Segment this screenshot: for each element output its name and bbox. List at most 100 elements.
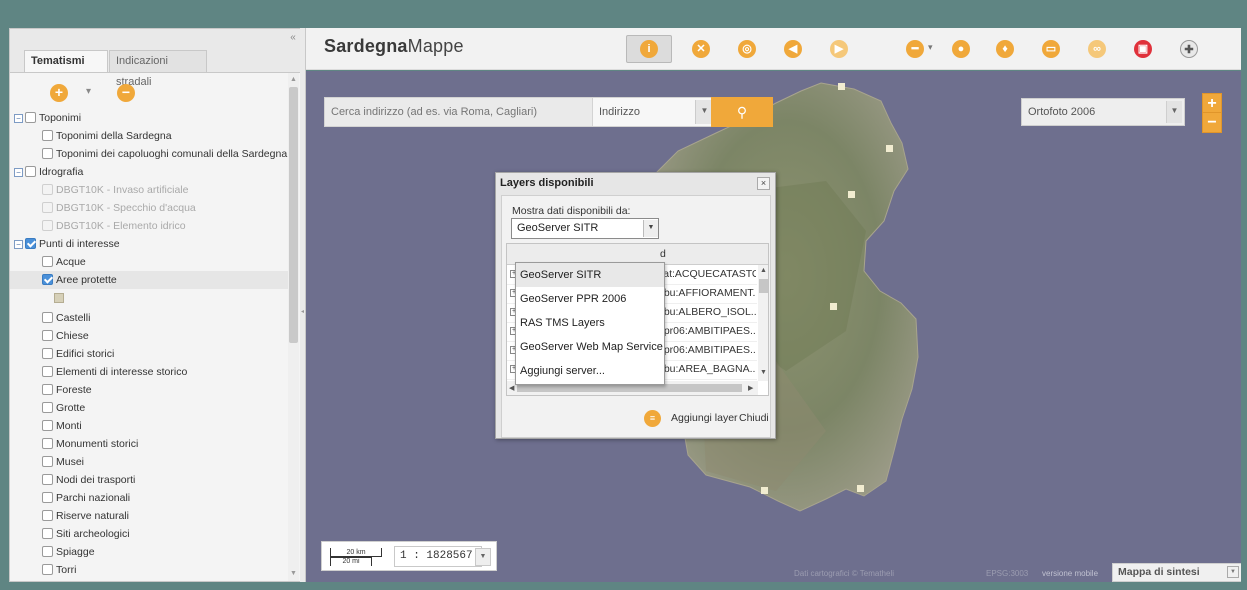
tree-node[interactable]: − Idrografia [14,163,83,181]
tree-node[interactable]: Siti archeologici [42,525,130,543]
tree-node[interactable]: − Toponimi [14,109,81,127]
search-button[interactable]: ⚲ [711,97,773,127]
layer-checkbox[interactable] [42,545,53,557]
search-type-select[interactable]: Indirizzo ▼ [592,97,716,127]
tree-node[interactable]: Spiagge [42,543,95,561]
scroll-down-icon[interactable]: ▼ [288,569,299,579]
chevron-down-icon[interactable]: ▾ [86,86,91,97]
protected-area-marker[interactable] [761,487,768,494]
tree-node[interactable]: Toponimi della Sardegna [42,127,172,145]
layer-checkbox[interactable] [42,365,53,377]
chevron-down-icon[interactable]: ▼ [643,220,658,237]
add-layer-plus-icon[interactable]: + [50,84,68,102]
dropdown-option[interactable]: RAS TMS Layers [516,311,664,335]
layer-checkbox[interactable] [42,147,53,159]
info-tool-active[interactable]: i [626,35,672,63]
tree-node[interactable]: Monti [42,417,82,435]
collapse-node-icon[interactable]: − [14,239,23,249]
layer-checkbox[interactable] [42,129,53,141]
tree-node[interactable]: Nodi dei trasporti [42,471,135,489]
layer-checkbox[interactable] [42,183,53,195]
layer-checkbox[interactable] [42,219,53,231]
layer-checkbox[interactable] [42,401,53,413]
scroll-up-icon[interactable]: ▲ [760,267,767,274]
close-icon[interactable]: × [757,177,770,190]
zoom-extent-icon[interactable]: ✕ [692,40,710,58]
layer-checkbox[interactable] [42,347,53,359]
tree-node[interactable]: Aree protette [10,271,288,289]
layer-checkbox[interactable] [42,527,53,539]
forward-arrow-icon[interactable]: ▶ [830,40,848,58]
layer-checkbox[interactable] [42,311,53,323]
layer-checkbox[interactable] [42,437,53,449]
zoom-in-button[interactable]: + [1202,93,1222,113]
print-icon[interactable]: ▭ [1042,40,1060,58]
tree-node[interactable]: Grotte [42,399,85,417]
tree-node[interactable]: Acque [42,253,86,271]
dropdown-option[interactable]: Aggiungi server... [516,359,664,383]
protected-area-marker[interactable] [857,485,864,492]
chevron-down-icon[interactable]: ▼ [475,548,491,566]
grid-header-id[interactable]: d [660,248,666,260]
layer-checkbox[interactable] [42,455,53,467]
protected-area-marker[interactable] [848,191,855,198]
protected-area-marker[interactable] [830,303,837,310]
tree-node[interactable]: Parchi nazionali [42,489,130,507]
scroll-right-icon[interactable]: ▶ [748,384,753,392]
thumbs-up-icon[interactable]: ♦ [996,40,1014,58]
tree-node[interactable]: Chiese [42,327,89,345]
tree-node[interactable]: Musei [42,453,84,471]
collapse-node-icon[interactable]: − [14,113,23,123]
dropdown-option[interactable]: GeoServer SITR [516,263,664,287]
layer-checkbox[interactable] [42,491,53,503]
source-select[interactable]: GeoServer SITR ▼ [511,218,659,239]
remove-layer-minus-icon[interactable]: − [117,84,135,102]
mobile-version-link[interactable]: versione mobile [1042,569,1098,578]
layer-checkbox[interactable] [42,329,53,341]
dropdown-option[interactable]: GeoServer PPR 2006 [516,287,664,311]
layer-checkbox[interactable] [42,255,53,267]
scrollbar-thumb[interactable] [759,279,768,293]
chevron-down-icon[interactable]: ▼ [1227,566,1239,578]
tree-node[interactable]: DBGT10K - Specchio d'acqua [42,199,196,217]
layer-checkbox[interactable] [42,273,53,285]
scrollbar-thumb[interactable] [289,87,298,343]
chevron-down-icon[interactable]: ▾ [928,42,933,53]
location-pin-icon[interactable]: ● [952,40,970,58]
layer-checkbox[interactable] [42,473,53,485]
close-dialog-button[interactable]: Chiudi [739,409,769,427]
tree-node[interactable]: Elementi di interesse storico [42,363,187,381]
layer-checkbox[interactable] [42,419,53,431]
globe-icon[interactable]: ◎ [738,40,756,58]
link-icon[interactable]: ∞ [1088,40,1106,58]
protected-area-marker[interactable] [886,145,893,152]
layer-checkbox[interactable] [42,201,53,213]
measure-icon[interactable]: ━ [906,40,924,58]
tree-node[interactable]: Riserve naturali [42,507,129,525]
tab-tematismi[interactable]: Tematismi [24,50,108,72]
scrollbar-thumb[interactable] [517,384,742,392]
scale-ratio-select[interactable]: 1 : 1828567 [394,546,482,567]
scroll-down-icon[interactable]: ▼ [760,369,767,376]
layer-checkbox[interactable] [25,165,36,177]
lock-icon[interactable]: ▣ [1134,40,1152,58]
layer-checkbox[interactable] [25,111,36,123]
zoom-out-button[interactable]: − [1202,113,1222,133]
tree-node[interactable]: − Punti di interesse [14,235,120,253]
collapse-panel-button[interactable]: « [286,31,300,45]
scroll-left-icon[interactable]: ◀ [509,384,514,392]
base-layer-select[interactable]: Ortofoto 2006 ▼ [1021,98,1185,126]
address-search-input[interactable] [324,97,608,127]
tree-node[interactable]: Torri [42,561,76,579]
protected-area-marker[interactable] [838,83,845,90]
layer-checkbox[interactable] [42,563,53,575]
tab-indicazioni-stradali[interactable]: Indicazioni stradali [109,50,207,88]
grid-vertical-scrollbar[interactable]: ▲ ▼ [758,265,768,381]
overview-map-toggle[interactable]: Mappa di sintesi ▼ [1112,563,1241,582]
layer-checkbox[interactable] [42,509,53,521]
tree-node[interactable]: DBGT10K - Elemento idrico [42,217,186,235]
back-arrow-icon[interactable]: ◀ [784,40,802,58]
layer-checkbox[interactable] [25,237,36,249]
tree-node[interactable]: Castelli [42,309,90,327]
tree-node[interactable]: DBGT10K - Invaso artificiale [42,181,188,199]
